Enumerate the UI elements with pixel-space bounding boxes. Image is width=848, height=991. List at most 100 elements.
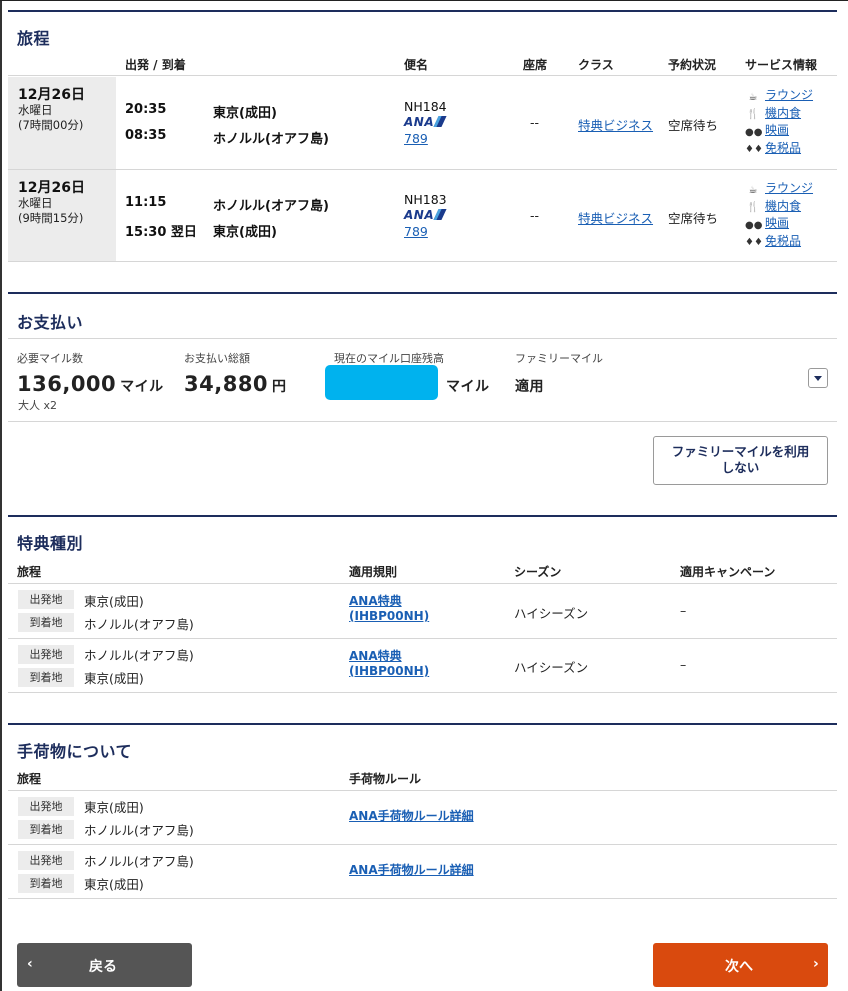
- campaign-value: –: [680, 657, 687, 672]
- frame-top-border: [0, 0, 848, 1]
- departure-tag: 出発地: [18, 851, 74, 870]
- baggage-rule-link[interactable]: ANA手荷物ルール詳細: [349, 863, 474, 878]
- departure-place: ホノルル(オアフ島): [84, 648, 194, 663]
- divider: [8, 844, 837, 845]
- next-button-label: 次へ: [725, 959, 753, 975]
- baggage-title: 手荷物について: [17, 742, 133, 761]
- arr-time: 15:30 翌日: [125, 225, 197, 240]
- service-item-lounge[interactable]: ☕ ラウンジ: [745, 180, 814, 198]
- chevron-left-icon: ‹: [27, 956, 33, 972]
- award-header-season: シーズン: [514, 565, 562, 579]
- aircraft-link[interactable]: 789: [404, 224, 428, 239]
- seat-value: --: [530, 115, 540, 130]
- seat-value: --: [530, 208, 540, 223]
- arrival-place: 東京(成田): [84, 877, 144, 892]
- flight-duration: (7時間00分): [18, 118, 84, 132]
- service-item-movie[interactable]: ●● 映画: [745, 122, 813, 140]
- baggage-rule-link[interactable]: ANA手荷物ルール詳細: [349, 809, 474, 824]
- service-item-movie[interactable]: ●● 映画: [745, 215, 813, 233]
- itinerary-row: 12月26日 水曜日 (9時間15分) 11:15 ホノルル(オアフ島) 15:…: [8, 170, 837, 262]
- movie-icon: ●●: [745, 219, 763, 231]
- mile-balance-label: 現在のマイル口座残高: [334, 352, 444, 365]
- passenger-count: 大人 x2: [18, 399, 58, 412]
- arr-place: ホノルル(オアフ島): [213, 132, 329, 147]
- ana-logo: ANA: [404, 115, 447, 129]
- arrival-tag: 到着地: [18, 874, 74, 893]
- flight-date: 12月26日: [18, 180, 85, 196]
- class-link[interactable]: 特典ビジネス: [578, 208, 653, 227]
- award-section-rule: [8, 515, 837, 517]
- flight-duration: (9時間15分): [18, 211, 84, 225]
- dep-time: 11:15: [125, 195, 167, 210]
- mile-balance-unit: マイル: [446, 379, 490, 395]
- departure-tag: 出発地: [18, 797, 74, 816]
- award-title: 特典種別: [17, 534, 84, 553]
- service-item-meal[interactable]: 🍴 機内食: [745, 198, 813, 216]
- divider: [8, 898, 837, 899]
- flight-date: 12月26日: [18, 87, 85, 103]
- header-class: クラス: [578, 58, 614, 72]
- arrival-tag: 到着地: [18, 668, 74, 687]
- service-list: ☕ ラウンジ 🍴 機内食 ●● 映画 ♦♦ 免税品: [745, 87, 813, 157]
- baggage-header-itinerary: 旅程: [17, 772, 42, 786]
- dutyfree-icon: ♦♦: [745, 144, 763, 156]
- meal-icon: 🍴: [746, 109, 760, 121]
- total-payment-value: 34,880 円: [184, 372, 287, 396]
- season-value: ハイシーズン: [514, 606, 589, 621]
- award-header-rule: 適用規則: [349, 565, 398, 579]
- ana-logo-mark: [433, 116, 447, 127]
- flight-weekday: 水曜日: [18, 103, 53, 117]
- required-miles-label: 必要マイル数: [17, 352, 83, 365]
- dutyfree-icon: ♦♦: [745, 237, 763, 249]
- arr-time: 08:35: [125, 128, 167, 143]
- movie-icon: ●●: [745, 126, 763, 138]
- family-mile-dropdown[interactable]: [808, 368, 828, 388]
- dep-time: 20:35: [125, 102, 167, 117]
- divider: [8, 421, 837, 422]
- family-button-line1: ファミリーマイルを利用: [671, 444, 810, 459]
- arrival-place: ホノルル(オアフ島): [84, 617, 194, 632]
- back-button-label: 戻る: [89, 959, 117, 975]
- itinerary-title: 旅程: [17, 29, 51, 48]
- family-mile-opt-out-button[interactable]: ファミリーマイルを利用 しない: [653, 436, 828, 485]
- award-header-campaign: 適用キャンペーン: [680, 565, 776, 579]
- campaign-value: –: [680, 603, 687, 618]
- header-status: 予約状況: [668, 58, 717, 72]
- date-cell: 12月26日 水曜日 (9時間15分): [8, 170, 116, 262]
- total-payment-label: お支払い総額: [184, 352, 250, 365]
- required-miles-value: 136,000 マイル: [17, 372, 164, 396]
- redacted-balance: [325, 365, 438, 400]
- arrival-place: ホノルル(オアフ島): [84, 823, 194, 838]
- departure-tag: 出発地: [18, 645, 74, 664]
- service-item-dutyfree[interactable]: ♦♦ 免税品: [745, 233, 813, 251]
- ana-logo: ANA: [404, 208, 447, 222]
- next-button[interactable]: 次へ ›: [653, 943, 828, 987]
- service-item-meal[interactable]: 🍴 機内食: [745, 105, 813, 123]
- departure-tag: 出発地: [18, 590, 74, 609]
- family-button-line2: しない: [721, 460, 760, 475]
- ana-logo-mark: [433, 209, 447, 220]
- service-item-lounge[interactable]: ☕ ラウンジ: [745, 87, 814, 105]
- flight-number: NH184: [404, 99, 447, 114]
- service-list: ☕ ラウンジ 🍴 機内食 ●● 映画 ♦♦ 免税品: [745, 180, 813, 250]
- award-rule-link[interactable]: ANA特典 (IHBP00NH): [349, 649, 429, 679]
- meal-icon: 🍴: [746, 202, 760, 214]
- payment-title: お支払い: [17, 313, 84, 332]
- baggage-section-rule: [8, 723, 837, 725]
- back-button[interactable]: ‹ 戻る: [17, 943, 192, 987]
- arrival-place: 東京(成田): [84, 671, 144, 686]
- service-item-dutyfree[interactable]: ♦♦ 免税品: [745, 140, 813, 158]
- flight-weekday: 水曜日: [18, 196, 53, 210]
- award-header-itinerary: 旅程: [17, 565, 42, 579]
- award-rule-link[interactable]: ANA特典 (IHBP00NH): [349, 594, 429, 624]
- divider: [8, 261, 837, 262]
- payment-section-rule: [8, 292, 837, 294]
- divider: [8, 790, 837, 791]
- class-link[interactable]: 特典ビジネス: [578, 115, 653, 134]
- lounge-icon: ☕: [748, 91, 758, 103]
- itinerary-row: 12月26日 水曜日 (7時間00分) 20:35 東京(成田) 08:35 ホ…: [8, 77, 837, 169]
- dep-place: 東京(成田): [213, 106, 277, 121]
- dep-place: ホノルル(オアフ島): [213, 199, 329, 214]
- aircraft-link[interactable]: 789: [404, 131, 428, 146]
- header-flight: 便名: [404, 58, 429, 72]
